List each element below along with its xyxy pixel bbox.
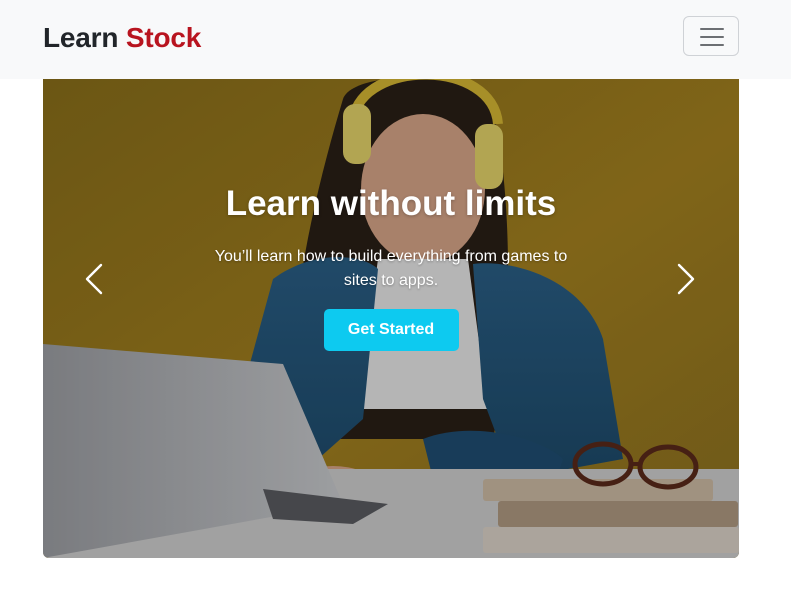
navbar-toggler-button[interactable] <box>683 16 739 56</box>
brand-second-word: Stock <box>125 22 202 53</box>
brand-logo[interactable]: Learn Stock <box>43 19 201 57</box>
hero-title: Learn without limits <box>225 184 557 223</box>
hero-caption: Learn without limits You’ll learn how to… <box>43 179 739 351</box>
navbar: Learn Stock <box>0 0 791 79</box>
get-started-button[interactable]: Get Started <box>323 309 459 351</box>
hero-description: You’ll learn how to build everything fro… <box>214 248 568 289</box>
hero-carousel: Learn without limits You’ll learn how to… <box>43 79 739 558</box>
hamburger-icon <box>700 28 724 46</box>
brand-first-word: Learn <box>43 22 119 53</box>
